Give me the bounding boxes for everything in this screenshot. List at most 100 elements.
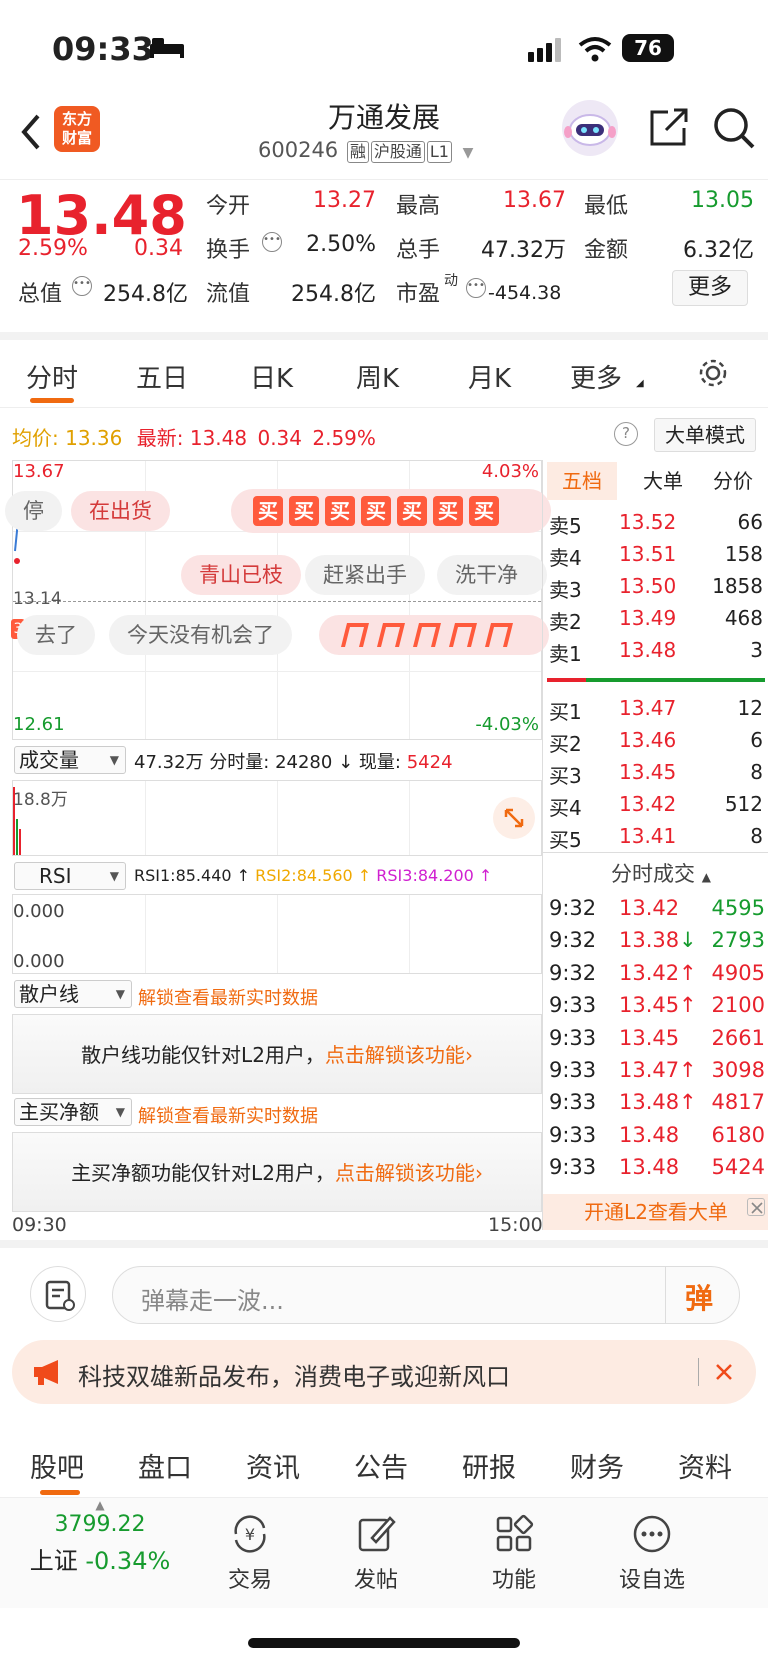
tab-five-levels[interactable]: 五档 xyxy=(547,462,617,500)
post-button[interactable]: 发帖 xyxy=(326,1512,426,1594)
buy-emoji: 买 xyxy=(361,496,391,526)
tick-cell: 13.48 xyxy=(619,1090,680,1115)
tab-daily-k[interactable]: 日K xyxy=(250,358,293,395)
tab-price-dist[interactable]: 分价 xyxy=(701,462,765,500)
tab-news[interactable]: 资讯 xyxy=(246,1446,300,1485)
y-top-pct: 4.03% xyxy=(481,461,539,482)
app-logo[interactable]: 东方 财富 xyxy=(54,106,100,152)
news-banner[interactable]: 科技双雄新品发布，消费电子或迎新风口 xyxy=(12,1340,756,1404)
info-dots-icon[interactable]: ••• xyxy=(72,276,92,296)
banner-text: 科技双雄新品发布，消费电子或迎新风口 xyxy=(78,1363,510,1391)
tick-cell: 13.42 xyxy=(619,960,680,985)
add-watchlist-button[interactable]: 设自选 xyxy=(602,1512,702,1594)
netbuy-unlock-link[interactable]: 点击解锁该功能 xyxy=(335,1161,475,1185)
tick-cell: 4817 xyxy=(711,1090,765,1115)
caret-down-icon[interactable]: ▼ xyxy=(463,145,474,161)
net-buy-select[interactable]: 主买净额 ▼ xyxy=(14,1098,132,1126)
functions-button[interactable]: 功能 xyxy=(464,1512,564,1594)
search-icon[interactable] xyxy=(712,106,756,154)
info-dots-icon[interactable]: ••• xyxy=(262,232,282,252)
tab-more[interactable]: 更多 xyxy=(570,358,622,395)
label-open: 今开 xyxy=(206,194,251,219)
expand-icon[interactable] xyxy=(493,797,535,839)
help-icon[interactable]: ? xyxy=(614,422,638,446)
tab-weekly-k[interactable]: 周K xyxy=(356,358,399,395)
close-icon[interactable] xyxy=(747,1198,765,1216)
close-icon[interactable] xyxy=(714,1362,734,1386)
tab-profile[interactable]: 资料 xyxy=(678,1446,732,1485)
index-ticker[interactable]: ▲ 3799.22 上证 -0.34% xyxy=(20,1498,180,1576)
tab-big-orders[interactable]: 大单 xyxy=(633,462,693,500)
tick-cell: 6180 xyxy=(711,1122,765,1147)
back-icon[interactable] xyxy=(14,112,48,152)
open-l2-button[interactable]: 开通L2查看大单 xyxy=(543,1194,768,1230)
danmu-placeholder: 弹幕走一波... xyxy=(141,1287,284,1315)
tick-cell: 9:32 xyxy=(549,896,597,920)
tick-cell: 2100 xyxy=(711,993,765,1018)
value-float-cap: 254.8亿 xyxy=(291,282,376,307)
tab-forum[interactable]: 股吧 xyxy=(30,1446,84,1485)
arrow-down-icon: ↓ xyxy=(338,752,354,773)
caret-up-icon: ▲ xyxy=(95,1498,105,1512)
trade-button[interactable]: ¥ 交易 xyxy=(200,1512,300,1594)
retail-unlock-hint: 解锁查看最新实时数据 xyxy=(138,988,318,1009)
buy-emoji: 买 xyxy=(325,496,355,526)
netbuy-lock-panel: 主买净额功能仅针对L2用户，点击解锁该功能› xyxy=(12,1132,542,1212)
tag-level: L1 xyxy=(426,141,452,163)
netbuy-lock-desc: 主买净额功能仅针对L2用户， xyxy=(71,1161,335,1185)
ticks-title[interactable]: 分时成交 ▲ xyxy=(611,858,711,888)
tick-row: 9:33 13.45 ↑ 2100 xyxy=(543,989,768,1023)
buy-emoji: 买 xyxy=(253,496,283,526)
index-value: 3799.22 xyxy=(54,1512,146,1537)
settings-gear-icon[interactable] xyxy=(696,356,730,394)
y-bottom-pct: -4.03% xyxy=(475,714,539,735)
danmu-bubble: 赶紧出手 xyxy=(305,555,425,595)
tab-five-day[interactable]: 五日 xyxy=(136,358,188,395)
tab-announcements[interactable]: 公告 xyxy=(354,1446,408,1485)
latest-price: 13.48 xyxy=(189,426,248,450)
tab-orderbook[interactable]: 盘口 xyxy=(138,1446,192,1485)
buy-emoji: 买 xyxy=(397,496,427,526)
add-watchlist-label: 设自选 xyxy=(618,1568,685,1593)
tick-cell: 5424 xyxy=(711,1155,765,1180)
note-settings-icon[interactable] xyxy=(30,1266,86,1322)
chevron-right-icon: › xyxy=(464,1043,473,1067)
robot-avatar-icon[interactable] xyxy=(562,100,618,156)
tab-intraday[interactable]: 分时 xyxy=(26,358,78,395)
tick-row: 9:33 13.48 ↑ 4817 xyxy=(543,1086,768,1120)
share-icon[interactable] xyxy=(648,106,690,152)
retail-unlock-link[interactable]: 点击解锁该功能 xyxy=(325,1043,465,1067)
signal-icon xyxy=(528,38,564,66)
tick-row: 9:32 13.42 4595 xyxy=(543,892,768,926)
avg-price: 13.36 xyxy=(65,426,123,450)
tick-cell: ↑ xyxy=(679,960,697,985)
netbuy-unlock-hint: 解锁查看最新实时数据 xyxy=(138,1106,318,1127)
more-button[interactable]: 更多 xyxy=(672,270,748,306)
rsi1-value: RSI1:85.440 xyxy=(134,866,232,885)
label-float-cap: 流值 xyxy=(206,282,251,307)
buy-emoji: 买 xyxy=(469,496,499,526)
info-dots-icon[interactable]: ••• xyxy=(466,278,486,298)
volume-minute-value: 24280 xyxy=(275,752,333,773)
label-pe-sup: 动 xyxy=(444,273,458,289)
danmu-send-button[interactable]: 弹 xyxy=(685,1277,713,1317)
time-axis-start: 09:30 xyxy=(12,1214,67,1236)
volume-indicator-select[interactable]: 成交量 ▼ xyxy=(14,746,126,774)
danmu-input[interactable]: 弹幕走一波... 弹 xyxy=(112,1266,740,1324)
home-indicator[interactable] xyxy=(248,1638,520,1648)
value-low: 13.05 xyxy=(691,188,754,213)
intraday-chart[interactable]: 13.67 4.03% 13.14 12.61 -4.03% 停 在出货 买 买… xyxy=(5,460,551,740)
tick-cell: 13.48 xyxy=(619,1122,680,1147)
rsi-indicator-select[interactable]: RSI ▼ xyxy=(14,862,126,890)
danmu-buy-bubble: 买 买 买 买 买 买 买 xyxy=(231,489,551,533)
tab-financials[interactable]: 财务 xyxy=(570,1446,624,1485)
rsi2-value: RSI2:84.560 xyxy=(255,866,353,885)
tab-monthly-k[interactable]: 月K xyxy=(468,358,511,395)
megaphone-icon xyxy=(30,1358,64,1390)
tick-cell: 4905 xyxy=(711,960,765,985)
latest-change: 0.34 xyxy=(257,426,302,450)
big-order-mode-button[interactable]: 大单模式 xyxy=(654,418,756,452)
tab-research[interactable]: 研报 xyxy=(462,1446,516,1485)
chart-header: 均价: 13.36 最新: 13.48 0.34 2.59% xyxy=(12,422,376,451)
retail-line-select[interactable]: 散户线 ▼ xyxy=(14,980,132,1008)
